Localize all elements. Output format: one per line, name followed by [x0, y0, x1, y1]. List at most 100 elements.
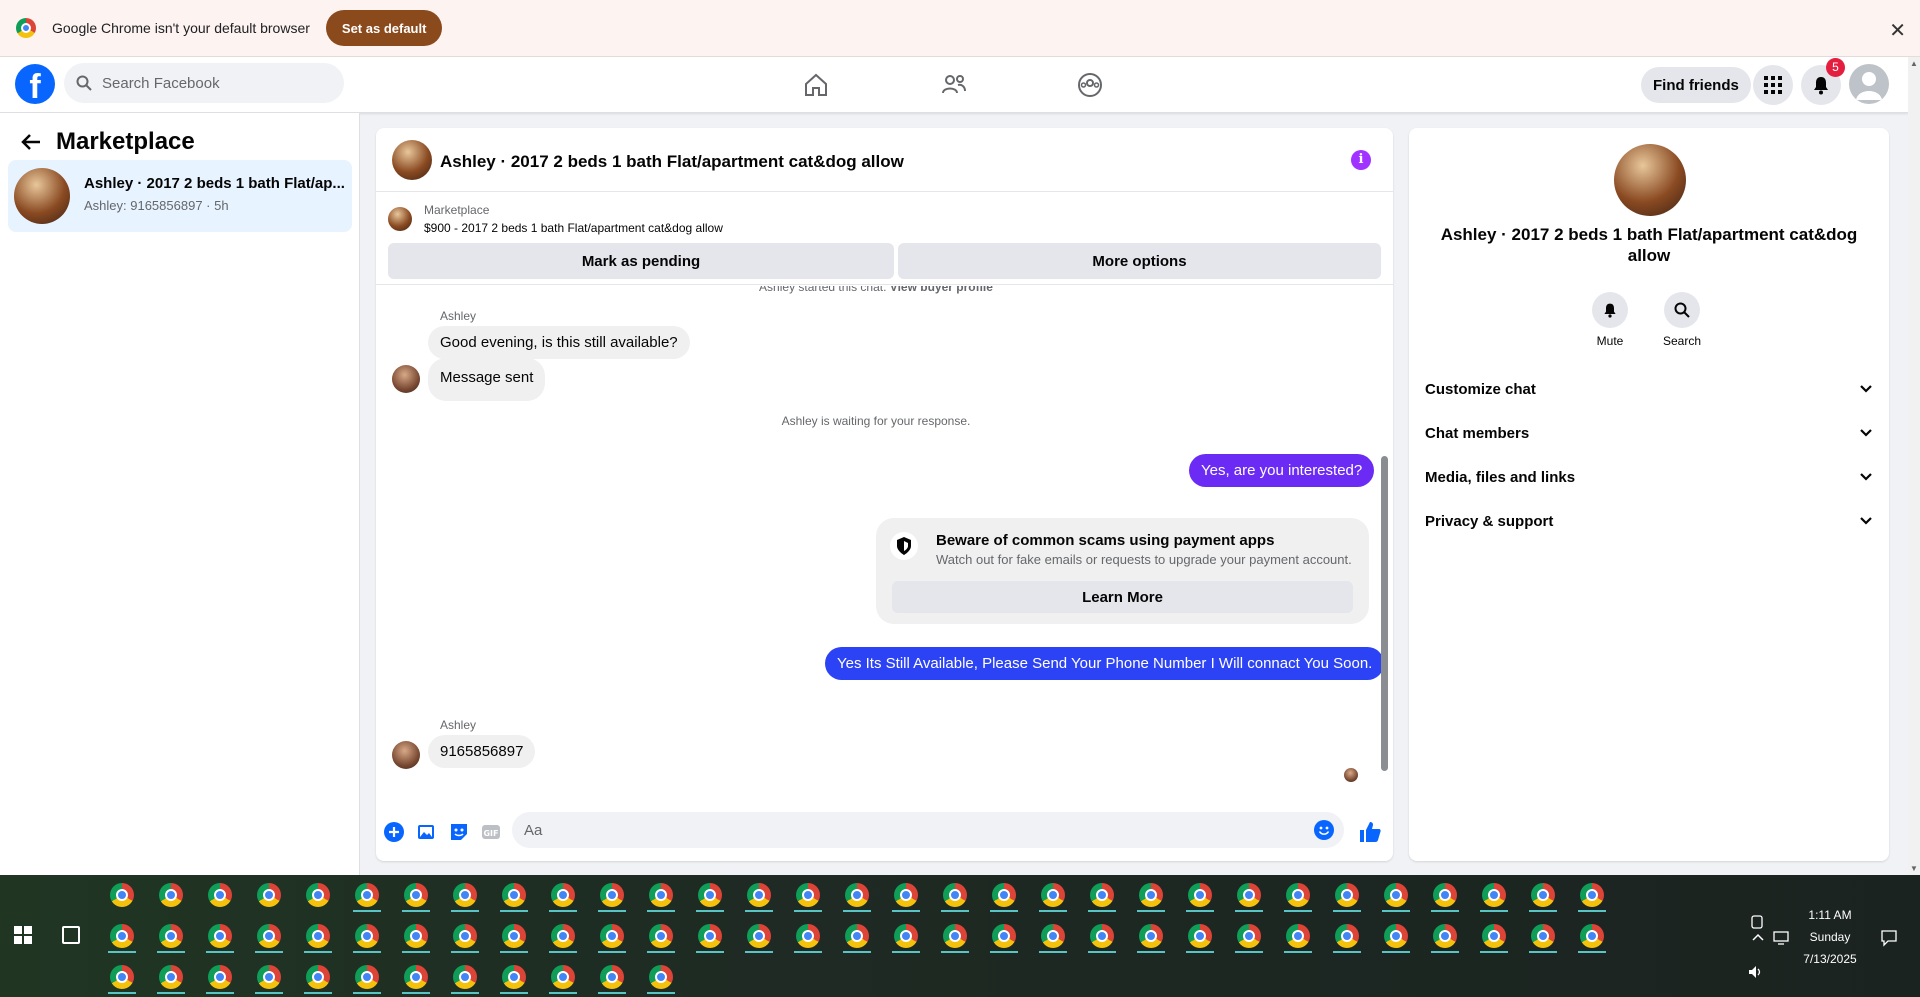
photo-icon[interactable]	[417, 822, 437, 842]
taskbar-app-icon[interactable]	[692, 877, 728, 913]
menu-grid-icon[interactable]	[1753, 65, 1793, 105]
message-input[interactable]: Aa	[512, 812, 1344, 848]
taskbar-app-icon[interactable]	[398, 959, 434, 995]
search-action[interactable]: Search	[1652, 292, 1712, 348]
taskbar-app-icon[interactable]	[1133, 877, 1169, 913]
network-icon[interactable]	[1772, 931, 1790, 945]
taskbar-app-icon[interactable]	[839, 918, 875, 954]
plus-circle-icon[interactable]	[384, 822, 404, 842]
taskbar-clock[interactable]: 1:11 AM Sunday 7/13/2025	[1790, 904, 1870, 970]
taskbar-app-icon[interactable]	[1574, 918, 1610, 954]
find-friends-button[interactable]: Find friends	[1641, 67, 1751, 103]
taskbar-app-icon[interactable]	[545, 959, 581, 995]
taskbar-app-icon[interactable]	[839, 877, 875, 913]
taskbar-app-icon[interactable]	[741, 877, 777, 913]
taskbar-app-icon[interactable]	[1525, 877, 1561, 913]
gif-icon[interactable]: GIF	[481, 822, 501, 842]
home-icon[interactable]	[802, 71, 830, 99]
taskbar-app-icon[interactable]	[1182, 877, 1218, 913]
taskbar-app-icon[interactable]	[1427, 918, 1463, 954]
taskbar-app-icon[interactable]	[300, 918, 336, 954]
taskbar-app-icon[interactable]	[594, 959, 630, 995]
sticker-icon[interactable]	[449, 822, 469, 842]
taskbar-app-icon[interactable]	[153, 918, 189, 954]
taskbar-app-icon[interactable]	[888, 918, 924, 954]
account-avatar[interactable]	[1849, 64, 1889, 104]
taskbar-app-icon[interactable]	[1378, 918, 1414, 954]
mark-as-pending-button[interactable]: Mark as pending	[388, 243, 894, 279]
taskbar-app-icon[interactable]	[1329, 877, 1365, 913]
groups-icon[interactable]	[1076, 71, 1104, 99]
taskbar-app-icon[interactable]	[349, 959, 385, 995]
taskbar-app-icon[interactable]	[1476, 918, 1512, 954]
conversation-item[interactable]: Ashley · 2017 2 beds 1 bath Flat/ap... A…	[8, 160, 352, 232]
taskbar-app-icon[interactable]	[1427, 877, 1463, 913]
friends-icon[interactable]	[940, 71, 968, 99]
taskbar-app-icon[interactable]	[398, 918, 434, 954]
taskbar-app-icon[interactable]	[594, 877, 630, 913]
contact-avatar[interactable]	[1614, 144, 1686, 216]
taskbar-app-icon[interactable]	[447, 959, 483, 995]
taskbar-app-icon[interactable]	[741, 918, 777, 954]
taskbar-app-icon[interactable]	[300, 877, 336, 913]
taskbar-app-icon[interactable]	[251, 959, 287, 995]
taskbar-app-icon[interactable]	[1476, 877, 1512, 913]
emoji-icon[interactable]	[1314, 820, 1334, 840]
media-files-links-row[interactable]: Media, files and links	[1425, 457, 1873, 497]
view-buyer-profile-link[interactable]: View buyer profile	[890, 286, 993, 294]
taskbar-app-icon[interactable]	[104, 918, 140, 954]
close-icon[interactable]: ✕	[1889, 18, 1906, 43]
taskbar-app-icon[interactable]	[202, 877, 238, 913]
taskbar-app-icon[interactable]	[1035, 918, 1071, 954]
facebook-logo-icon[interactable]: f	[15, 64, 55, 104]
windows-start-icon[interactable]	[14, 926, 32, 944]
taskbar-app-icon[interactable]	[1084, 918, 1120, 954]
scroll-down-arrow-icon[interactable]: ▼	[1910, 864, 1918, 873]
customize-chat-row[interactable]: Customize chat	[1425, 369, 1873, 409]
taskbar-app-icon[interactable]	[937, 877, 973, 913]
taskbar-app-icon[interactable]	[986, 877, 1022, 913]
taskbar-app-icon[interactable]	[153, 959, 189, 995]
taskbar-app-icon[interactable]	[545, 877, 581, 913]
taskbar-app-icon[interactable]	[1378, 877, 1414, 913]
taskbar-app-icon[interactable]	[790, 918, 826, 954]
taskbar-app-icon[interactable]	[398, 877, 434, 913]
mute-action[interactable]: Mute	[1580, 292, 1640, 348]
chevron-up-icon[interactable]	[1752, 933, 1764, 941]
chat-avatar[interactable]	[392, 140, 432, 180]
taskbar-app-icon[interactable]	[496, 918, 532, 954]
taskbar-app-icon[interactable]	[251, 918, 287, 954]
taskbar-app-icon[interactable]	[790, 877, 826, 913]
taskbar-app-icon[interactable]	[349, 877, 385, 913]
page-scrollbar[interactable]: ▲ ▼	[1908, 57, 1920, 875]
back-arrow-icon[interactable]	[20, 131, 42, 153]
taskbar-app-icon[interactable]	[1280, 877, 1316, 913]
chat-title[interactable]: Ashley · 2017 2 beds 1 bath Flat/apartme…	[440, 152, 904, 172]
taskbar-app-icon[interactable]	[643, 877, 679, 913]
taskbar-app-icon[interactable]	[1231, 877, 1267, 913]
taskbar-app-icon[interactable]	[153, 877, 189, 913]
thumbs-up-icon[interactable]	[1358, 820, 1382, 844]
taskbar-app-icon[interactable]	[1231, 918, 1267, 954]
taskbar-app-icon[interactable]	[447, 877, 483, 913]
taskbar-app-icon[interactable]	[1084, 877, 1120, 913]
taskbar-app-icon[interactable]	[888, 877, 924, 913]
taskbar-app-icon[interactable]	[300, 959, 336, 995]
taskbar-app-icon[interactable]	[1574, 877, 1610, 913]
taskbar-app-icon[interactable]	[1133, 918, 1169, 954]
volume-icon[interactable]	[1748, 965, 1764, 979]
taskbar-app-icon[interactable]	[496, 877, 532, 913]
taskbar-app-icon[interactable]	[1035, 877, 1071, 913]
taskbar-app-icon[interactable]	[692, 918, 728, 954]
task-view-icon[interactable]	[62, 926, 80, 944]
taskbar-app-icon[interactable]	[104, 877, 140, 913]
taskbar-app-icon[interactable]	[937, 918, 973, 954]
more-options-button[interactable]: More options	[898, 243, 1381, 279]
taskbar-app-icon[interactable]	[643, 918, 679, 954]
scrollbar-thumb[interactable]	[1381, 456, 1388, 771]
taskbar-app-icon[interactable]	[496, 959, 532, 995]
message-scrollbar[interactable]	[1378, 286, 1388, 796]
taskbar-app-icon[interactable]	[104, 959, 140, 995]
meet-now-icon[interactable]	[1751, 915, 1763, 929]
taskbar-app-icon[interactable]	[545, 918, 581, 954]
